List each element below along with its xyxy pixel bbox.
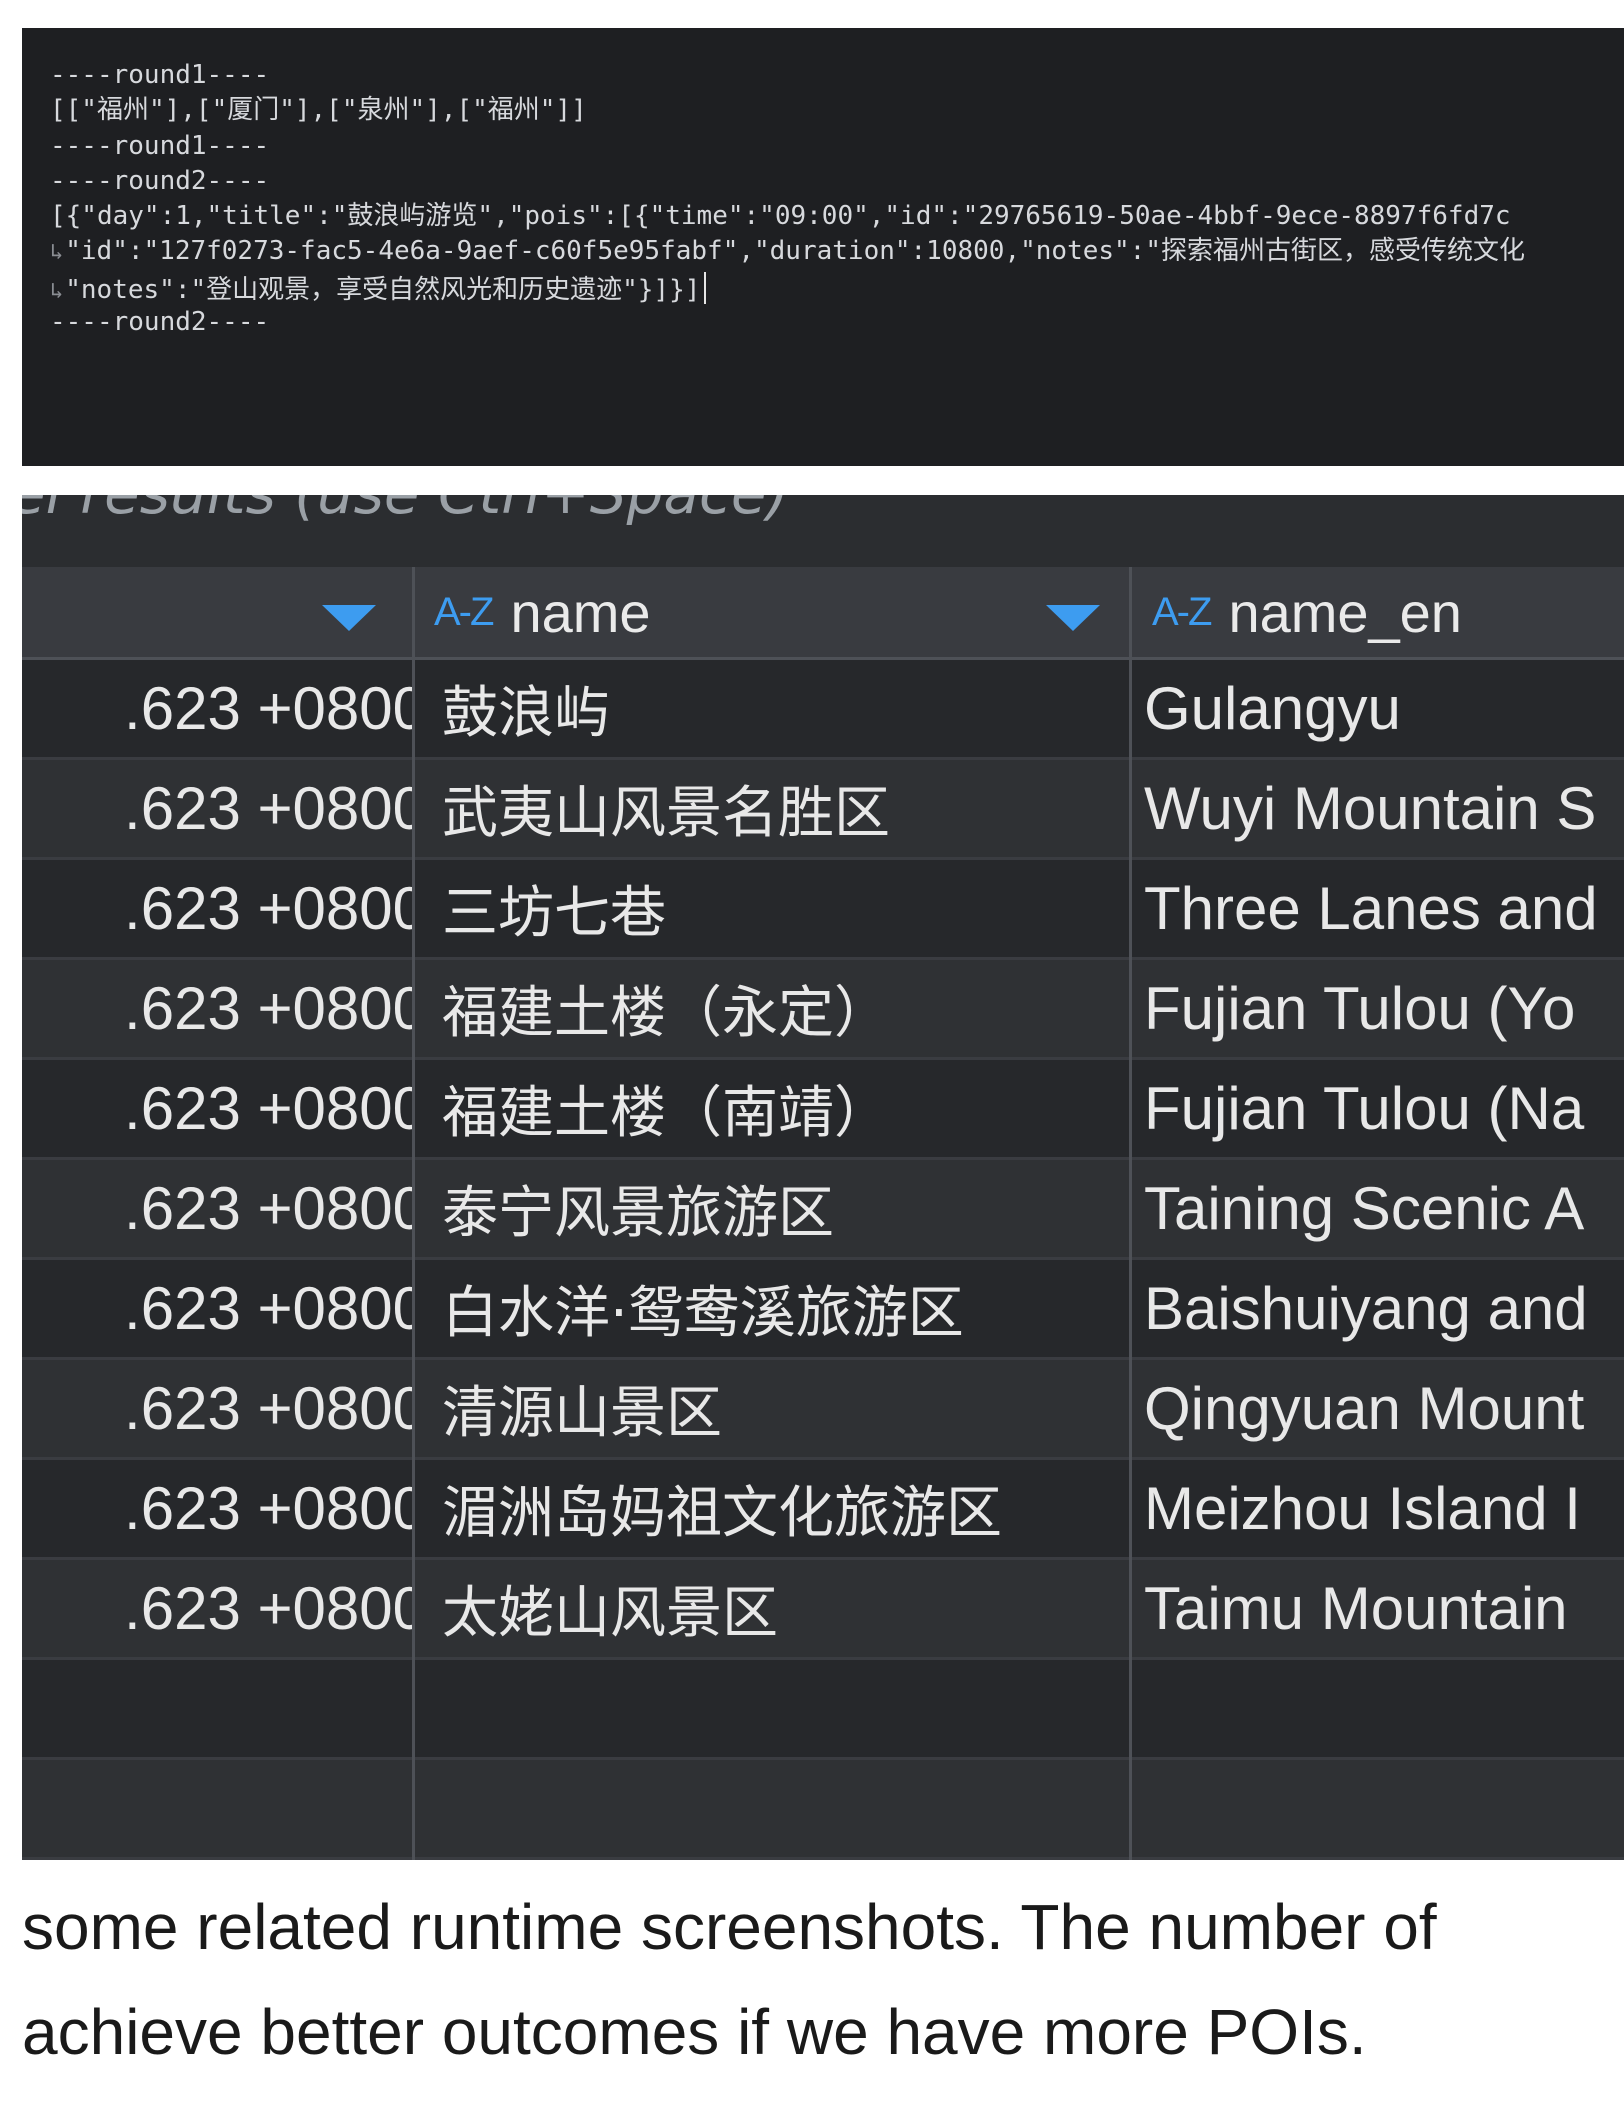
cell-name[interactable]: 福建土楼（永定） bbox=[442, 960, 1132, 1065]
console-line-wrapped: ↳"id":"127f0273-fac5-4e6a-9aef-c60f5e95f… bbox=[50, 236, 1525, 268]
cell-name[interactable]: 清源山景区 bbox=[442, 1360, 1132, 1465]
cell-name-en[interactable]: Three Lanes and bbox=[1144, 860, 1624, 957]
grid-caption: el results (use Ctrl+Space) bbox=[22, 495, 789, 527]
column-divider[interactable] bbox=[412, 567, 415, 657]
cell-timestamp-text: .623 +0800 bbox=[124, 1375, 412, 1442]
cell-timestamp[interactable]: .623 +0800 bbox=[22, 1260, 412, 1357]
table-row[interactable]: .623 +0800 三坊七巷 Three Lanes and bbox=[22, 860, 1624, 960]
column-divider bbox=[1129, 660, 1132, 1860]
cell-timestamp-text: .623 +0800 bbox=[124, 1175, 412, 1242]
cell-timestamp[interactable]: .623 +0800 bbox=[22, 660, 412, 757]
cell-name-en[interactable]: Taining Scenic A bbox=[1144, 1160, 1624, 1257]
cell-name-en[interactable]: Fujian Tulou (Na bbox=[1144, 1060, 1624, 1157]
cell-timestamp-text: .623 +0800 bbox=[124, 975, 412, 1042]
sort-arrow-icon[interactable] bbox=[322, 605, 376, 631]
cell-timestamp[interactable]: .623 +0800 bbox=[22, 960, 412, 1057]
cell-timestamp[interactable]: .623 +0800 bbox=[22, 1560, 412, 1657]
table-row[interactable]: .623 +0800 泰宁风景旅游区 Taining Scenic A bbox=[22, 1160, 1624, 1260]
cell-name[interactable]: 太姥山风景区 bbox=[442, 1560, 1132, 1665]
cell-timestamp-text: .623 +0800 bbox=[124, 1575, 412, 1642]
sort-arrow-icon[interactable] bbox=[1046, 605, 1100, 631]
text-cursor bbox=[704, 272, 707, 304]
console-line: [{"day":1,"title":"鼓浪屿游览","pois":[{"time… bbox=[50, 201, 1511, 231]
table-row[interactable]: .623 +0800 福建土楼（永定） Fujian Tulou (Yo bbox=[22, 960, 1624, 1060]
console-line: ----round1---- bbox=[50, 131, 270, 161]
soft-wrap-icon: ↳ bbox=[50, 240, 64, 265]
cell-timestamp[interactable]: .623 +0800 bbox=[22, 860, 412, 957]
console-line: ----round2---- bbox=[50, 307, 270, 337]
cell-name[interactable]: 白水洋·鸳鸯溪旅游区 bbox=[442, 1260, 1132, 1365]
cell-timestamp[interactable]: .623 +0800 bbox=[22, 1060, 412, 1157]
column-header-label: name_en bbox=[1228, 580, 1462, 644]
table-row[interactable]: .623 +0800 太姥山风景区 Taimu Mountain bbox=[22, 1560, 1624, 1660]
console-line: [["福州"],["厦门"],["泉州"],["福州"]] bbox=[50, 95, 587, 125]
cell-timestamp-text: .623 +0800 bbox=[124, 1075, 412, 1142]
cell-timestamp-text: .623 +0800 bbox=[124, 675, 412, 742]
cell-name-en[interactable]: Wuyi Mountain S bbox=[1144, 760, 1624, 857]
caption-line-2: achieve better outcomes if we have more … bbox=[22, 1996, 1367, 2068]
cell-name-en[interactable]: Baishuiyang and bbox=[1144, 1260, 1624, 1357]
cell-name[interactable]: 福建土楼（南靖） bbox=[442, 1060, 1132, 1165]
caption-line-1: some related runtime screenshots. The nu… bbox=[22, 1891, 1437, 1963]
cell-name-en[interactable]: Qingyuan Mount bbox=[1144, 1360, 1624, 1457]
empty-table-row bbox=[22, 1760, 1624, 1860]
soft-wrap-icon: ↳ bbox=[50, 279, 64, 304]
cell-name[interactable]: 鼓浪屿 bbox=[442, 660, 1132, 765]
console-line-text: "notes":"登山观景，享受自然风光和历史遗迹"}]}] bbox=[65, 275, 701, 305]
grid-header-row: A-Z name A-Z name_en bbox=[22, 567, 1624, 660]
console-line: ----round1---- bbox=[50, 60, 270, 90]
table-row[interactable]: .623 +0800 福建土楼（南靖） Fujian Tulou (Na bbox=[22, 1060, 1624, 1160]
column-header-name-en[interactable]: A-Z name_en bbox=[1152, 567, 1624, 657]
cell-name[interactable]: 武夷山风景名胜区 bbox=[442, 760, 1132, 865]
cell-timestamp-text: .623 +0800 bbox=[124, 1275, 412, 1342]
cell-timestamp[interactable]: .623 +0800 bbox=[22, 1460, 412, 1557]
table-row[interactable]: .623 +0800 清源山景区 Qingyuan Mount bbox=[22, 1360, 1624, 1460]
console-line-text: "id":"127f0273-fac5-4e6a-9aef-c60f5e95fa… bbox=[65, 236, 1525, 266]
cell-name-en[interactable]: Meizhou Island I bbox=[1144, 1460, 1624, 1557]
console-output-panel: ----round1---- [["福州"],["厦门"],["泉州"],["福… bbox=[22, 28, 1624, 466]
text-type-icon: A-Z bbox=[434, 589, 494, 634]
cell-timestamp[interactable]: .623 +0800 bbox=[22, 760, 412, 857]
column-divider[interactable] bbox=[1129, 567, 1132, 657]
cell-name[interactable]: 湄洲岛妈祖文化旅游区 bbox=[442, 1460, 1132, 1565]
column-header-timestamp[interactable] bbox=[22, 567, 412, 657]
cell-name-en[interactable]: Fujian Tulou (Yo bbox=[1144, 960, 1624, 1057]
table-row[interactable]: .623 +0800 武夷山风景名胜区 Wuyi Mountain S bbox=[22, 760, 1624, 860]
cell-timestamp-text: .623 +0800 bbox=[124, 1475, 412, 1542]
cell-name-en[interactable]: Gulangyu bbox=[1144, 660, 1624, 757]
cell-timestamp[interactable]: .623 +0800 bbox=[22, 1360, 412, 1457]
text-type-icon: A-Z bbox=[1152, 589, 1212, 634]
results-grid-panel: el results (use Ctrl+Space) A-Z name A-Z… bbox=[22, 495, 1624, 1860]
cell-timestamp[interactable]: .623 +0800 bbox=[22, 1160, 412, 1257]
cell-timestamp-text: .623 +0800 bbox=[124, 775, 412, 842]
table-row[interactable]: .623 +0800 鼓浪屿 Gulangyu bbox=[22, 660, 1624, 760]
table-row[interactable]: .623 +0800 白水洋·鸳鸯溪旅游区 Baishuiyang and bbox=[22, 1260, 1624, 1360]
empty-table-row bbox=[22, 1660, 1624, 1760]
cell-name[interactable]: 泰宁风景旅游区 bbox=[442, 1160, 1132, 1265]
column-divider bbox=[412, 660, 415, 1860]
cell-name-en[interactable]: Taimu Mountain bbox=[1144, 1560, 1624, 1657]
cell-name[interactable]: 三坊七巷 bbox=[442, 860, 1132, 965]
console-line-wrapped: ↳"notes":"登山观景，享受自然风光和历史遗迹"}]}] bbox=[50, 272, 707, 307]
cell-timestamp-text: .623 +0800 bbox=[124, 875, 412, 942]
column-header-name[interactable]: A-Z name bbox=[434, 567, 1124, 657]
column-header-label: name bbox=[510, 580, 651, 644]
table-row[interactable]: .623 +0800 湄洲岛妈祖文化旅游区 Meizhou Island I bbox=[22, 1460, 1624, 1560]
console-line: ----round2---- bbox=[50, 166, 270, 196]
